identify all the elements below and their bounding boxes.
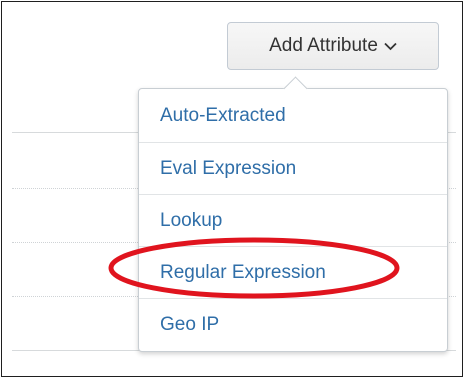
menu-item-label: Auto-Extracted	[160, 105, 286, 126]
menu-item-label: Lookup	[160, 209, 223, 231]
add-attribute-label: Add Attribute	[269, 35, 378, 56]
menu-item-lookup[interactable]: Lookup	[139, 194, 447, 246]
menu-item-geo-ip[interactable]: Geo IP	[139, 298, 447, 350]
menu-item-label: Geo IP	[160, 313, 220, 335]
menu-item-regular-expression[interactable]: Regular Expression	[139, 246, 447, 298]
menu-item-auto-extracted[interactable]: Auto-Extracted	[139, 90, 447, 142]
menu-item-eval-expression[interactable]: Eval Expression	[139, 142, 447, 194]
menu-item-label: Eval Expression	[160, 157, 297, 179]
add-attribute-dropdown-menu: Auto-Extracted Eval Expression Lookup Re…	[138, 76, 448, 352]
chevron-down-icon	[384, 42, 397, 51]
menu-item-label: Regular Expression	[160, 261, 326, 283]
add-attribute-button[interactable]: Add Attribute	[227, 22, 439, 70]
